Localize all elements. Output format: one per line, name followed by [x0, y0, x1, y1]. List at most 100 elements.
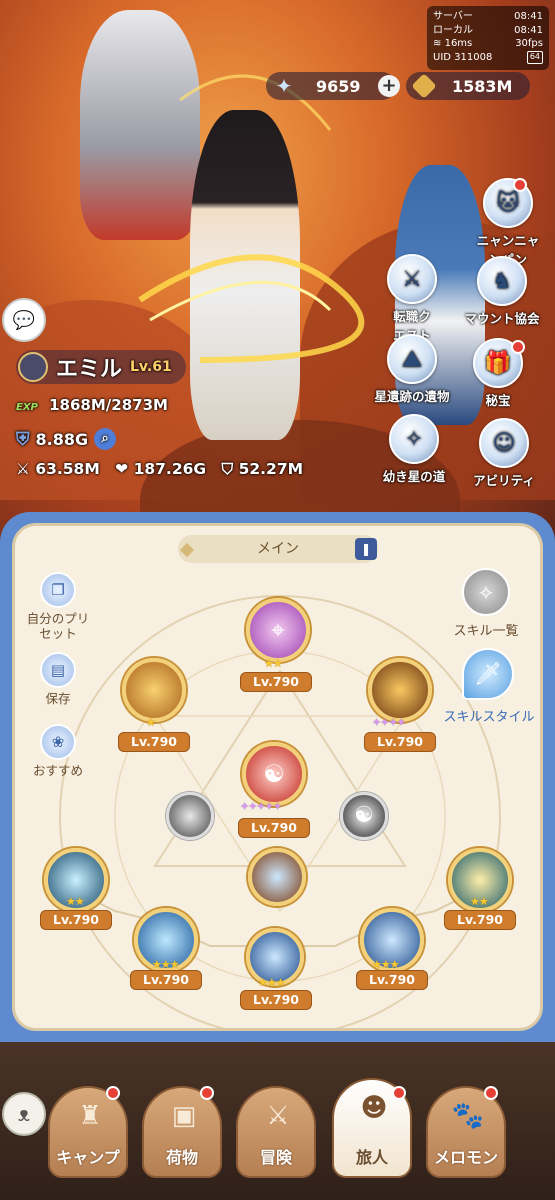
notification-badge: [392, 1086, 406, 1100]
skill-stars: ★★: [66, 895, 85, 908]
uid-text: UID 311008: [433, 51, 493, 63]
nav-label: 旅人: [355, 1148, 388, 1167]
battery-icon: 64: [526, 50, 543, 64]
side-menu-nyan-pan[interactable]: 🐱 ニャンニャンパン: [466, 178, 550, 268]
save-button[interactable]: ▤ 保存: [18, 652, 98, 706]
skill-list-label: スキル一覧: [453, 624, 519, 639]
notification-badge: [106, 1086, 120, 1100]
nav-label: 冒険: [259, 1148, 292, 1167]
cat-face-icon: ᴥ: [17, 1102, 31, 1126]
side-menu-relics[interactable]: ⛰ 星遺跡の遺物: [374, 334, 450, 405]
nav-label: 荷物: [165, 1148, 198, 1167]
gold-coin-icon: [411, 73, 437, 99]
nav-camp[interactable]: ♜ キャンプ: [48, 1086, 128, 1178]
save-icon: ▤: [40, 652, 76, 688]
power-detail-button[interactable]: ⌕: [94, 428, 117, 450]
skill-stars: ★★: [470, 895, 489, 908]
local-label: ローカル: [433, 24, 473, 36]
defense-icon: ⛉: [221, 460, 234, 478]
side-menu-ability[interactable]: ☺ アビリティ: [454, 418, 554, 489]
nav-adventure[interactable]: ⚔ 冒険: [236, 1086, 316, 1178]
skill-style-button[interactable]: 🗡: [462, 648, 514, 700]
skill-node-upper-right[interactable]: [368, 658, 432, 722]
player-name: エミル: [56, 357, 123, 382]
fps-value: 30fps: [515, 38, 543, 49]
tab-main[interactable]: メイン: [178, 535, 378, 563]
player-level: Lv.61: [130, 359, 172, 375]
gold-amount: 1583M: [452, 76, 513, 96]
side-menu-label: アビリティ: [473, 473, 535, 488]
recommend-icon: ❀: [40, 724, 76, 760]
yin-yang-icon: ☯: [263, 760, 285, 788]
swords-icon: ⚔: [266, 1101, 290, 1131]
side-menu-mount[interactable]: ♞ マウント協会: [452, 256, 552, 327]
ability-icon: ☺: [479, 418, 529, 468]
server-time: 08:41: [514, 11, 543, 22]
skill-node-center[interactable]: ☯: [242, 742, 306, 806]
recommend-label: おすすめ: [32, 763, 83, 778]
player-emblem-icon: [18, 352, 48, 382]
side-menu-label: 星遺跡の遺物: [374, 389, 450, 404]
skill-level: Lv.790: [238, 818, 310, 838]
pet-avatar-button[interactable]: ᴥ: [2, 1092, 46, 1136]
notification-badge: [511, 340, 525, 354]
skill-node-upper-left[interactable]: [122, 658, 186, 722]
book-icon[interactable]: ❚: [355, 538, 377, 560]
notification-badge: [513, 178, 527, 192]
nav-bag[interactable]: ▣ 荷物: [142, 1086, 222, 1178]
skill-node-left-small[interactable]: [166, 792, 214, 840]
skill-list-icon: ✧: [477, 581, 495, 605]
preset-label: 自分のプリセット: [26, 611, 90, 641]
skill-level: Lv.790: [40, 910, 112, 930]
add-stars-button[interactable]: +: [378, 75, 400, 97]
nav-label: キャンプ: [56, 1148, 120, 1167]
skill-stars: ★★★: [258, 976, 286, 989]
chat-button[interactable]: 💬: [2, 298, 46, 342]
preset-icon: ❐: [40, 572, 76, 608]
skill-stars: ✦✦✦✦: [372, 716, 406, 729]
job-quest-icon: ⚔: [387, 254, 437, 304]
target-icon: ⌖: [271, 616, 285, 644]
side-menu-star-road[interactable]: ✧ 幼き星の道: [368, 414, 460, 485]
side-menu-job-quest[interactable]: ⚔ 転職クエスト: [380, 254, 444, 344]
star-road-icon: ✧: [389, 414, 439, 464]
gold-currency[interactable]: 1583M: [406, 72, 530, 100]
mount-icon: ♞: [477, 256, 527, 306]
star-currency[interactable]: ✦ 9659 +: [266, 72, 400, 100]
skill-stars: ★: [146, 716, 156, 729]
skill-level: Lv.790: [356, 970, 428, 990]
notification-badge: [200, 1086, 214, 1100]
local-time: 08:41: [514, 24, 543, 36]
power-shield-icon: ⛨: [16, 428, 30, 450]
pet-icon: 🐾: [451, 1101, 485, 1131]
bag-icon: ▣: [171, 1101, 197, 1131]
side-menu-label: マウント協会: [464, 311, 540, 326]
server-label: サーバー: [433, 11, 473, 22]
recommend-button[interactable]: ❀ おすすめ: [18, 724, 98, 778]
skill-node-hub[interactable]: [248, 848, 306, 906]
skill-stars: ★★: [264, 657, 283, 670]
tab-main-label: メイン: [257, 541, 299, 557]
player-name-bar[interactable]: エミル Lv.61: [16, 350, 186, 384]
hp-value: 187.26G: [133, 460, 207, 478]
player-power: ⛨ 8.88G ⌕: [16, 428, 117, 450]
skill-stars: ✦✦✦✦✦: [240, 800, 282, 813]
hp-icon: ❤: [115, 460, 129, 478]
chat-bubble-icon: 💬: [12, 309, 36, 331]
attack-value: 63.58M: [35, 460, 100, 478]
star-icon: ✦: [275, 74, 293, 98]
player-stats: ⚔ 63.58M ❤ 187.26G ⛉ 52.27M: [16, 460, 303, 479]
skill-node-right-small[interactable]: ☯: [340, 792, 388, 840]
yin-yang-icon: ☯: [354, 803, 374, 828]
skill-level: Lv.790: [444, 910, 516, 930]
side-menu-label: 秘宝: [485, 393, 511, 408]
star-amount: 9659: [316, 76, 361, 96]
nav-melomon[interactable]: 🐾 メロモン: [426, 1086, 506, 1178]
save-label: 保存: [45, 691, 71, 706]
skill-node-top[interactable]: ⌖: [246, 598, 310, 662]
sword-icon: 🗡: [474, 662, 502, 687]
skill-list-button[interactable]: ✧: [462, 568, 510, 616]
preset-button[interactable]: ❐ 自分のプリセット: [18, 572, 98, 641]
nav-label: メロモン: [433, 1148, 498, 1167]
skill-level: Lv.790: [240, 990, 312, 1010]
